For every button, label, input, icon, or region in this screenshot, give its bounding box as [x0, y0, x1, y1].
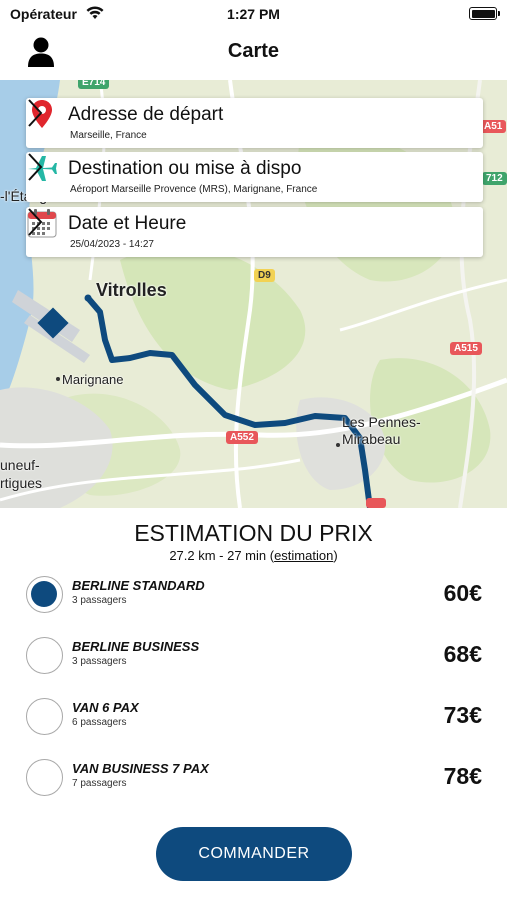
radio-button[interactable]: [26, 698, 63, 735]
order-button[interactable]: COMMANDER: [156, 827, 352, 881]
vehicle-option-berline-standard[interactable]: BERLINE STANDARD 3 passagers 60€: [26, 574, 486, 618]
map-label-marignane: Marignane: [62, 372, 124, 387]
vehicle-price: 78€: [443, 763, 482, 789]
map-label-mirabeau: Mirabeau: [342, 431, 401, 447]
road-badge-712: 712: [482, 172, 507, 185]
destination-card[interactable]: Destination ou mise à dispo Aéroport Mar…: [26, 152, 483, 202]
estimation-summary-end: ): [333, 548, 338, 563]
destination-subtitle: Aéroport Marseille Provence (MRS), Marig…: [70, 184, 318, 195]
radio-button[interactable]: [26, 637, 63, 674]
status-bar: Opérateur 1:27 PM: [0, 0, 507, 28]
vehicle-name: VAN BUSINESS 7 PAX: [72, 761, 209, 776]
page-title: Carte: [227, 40, 280, 62]
distance-duration: 27.2 km - 27 min (: [169, 548, 275, 563]
datetime-subtitle: 25/04/2023 - 14:27: [70, 239, 154, 250]
vehicle-option-berline-business[interactable]: BERLINE BUSINESS 3 passagers 68€: [26, 635, 486, 679]
estimation-title: ESTIMATION DU PRIX: [134, 520, 373, 546]
map-label-vitrolles: Vitrolles: [96, 280, 167, 300]
datetime-title: Date et Heure: [68, 213, 187, 234]
map-label-neuf: uneuf-: [0, 457, 40, 473]
vehicle-price: 60€: [443, 580, 482, 606]
road-badge-a552: A552: [226, 431, 258, 444]
vehicle-option-van-business-7-pax[interactable]: VAN BUSINESS 7 PAX 7 passagers 78€: [26, 757, 486, 801]
vehicle-price: 68€: [443, 641, 482, 667]
map-label-rtigues: rtigues: [0, 475, 43, 491]
vehicle-passengers: 3 passagers: [72, 656, 127, 667]
vehicle-passengers: 7 passagers: [72, 778, 127, 789]
vehicle-passengers: 6 passagers: [72, 717, 127, 728]
departure-subtitle: Marseille, France: [70, 130, 147, 141]
nav-bar: Carte: [0, 28, 507, 80]
destination-title: Destination ou mise à dispo: [68, 158, 302, 179]
vehicle-name: BERLINE STANDARD: [72, 578, 205, 593]
chevron-right-icon: [28, 208, 43, 236]
departure-title: Adresse de départ: [68, 104, 224, 125]
map-view[interactable]: Vitrolles Marignane Les Pennes- Mirabeau…: [0, 80, 507, 508]
chevron-right-icon: [28, 153, 43, 181]
road-badge-e714: E714: [78, 80, 110, 89]
vehicle-name: VAN 6 PAX: [72, 700, 139, 715]
vehicle-price: 73€: [443, 702, 482, 728]
radio-button[interactable]: [26, 759, 63, 796]
battery-icon: [469, 7, 500, 20]
vehicle-name: BERLINE BUSINESS: [72, 639, 200, 654]
vehicle-passengers: 3 passagers: [72, 595, 127, 606]
clock: 1:27 PM: [227, 6, 280, 22]
estimation-link[interactable]: estimation: [274, 548, 333, 563]
road-badge-a515: A515: [450, 342, 482, 355]
datetime-card[interactable]: Date et Heure 25/04/2023 - 14:27: [26, 207, 483, 257]
map-label-les-pennes: Les Pennes-: [342, 414, 421, 430]
radio-button[interactable]: [26, 576, 63, 613]
departure-address-card[interactable]: Adresse de départ Marseille, France: [26, 98, 483, 148]
vehicle-option-van-6-pax[interactable]: VAN 6 PAX 6 passagers 73€: [26, 696, 486, 740]
chevron-right-icon: [28, 99, 43, 127]
road-badge-d9: D9: [254, 269, 275, 282]
estimation-summary: 27.2 km - 27 min (estimation): [0, 548, 507, 563]
road-badge-a51: A51: [480, 120, 507, 133]
